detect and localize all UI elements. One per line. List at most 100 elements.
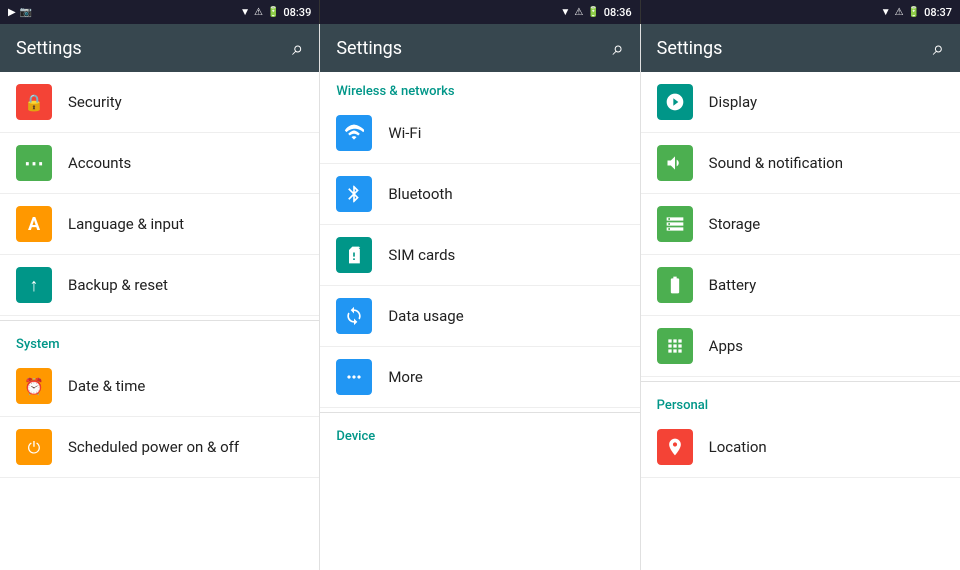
status-bar-1-right: ▼ ⚠ 🔋 08:39 [240,6,311,19]
storage-label: Storage [709,215,761,233]
settings-list-1: Security Accounts Language & input [0,72,319,570]
wifi-label: Wi-Fi [388,124,421,142]
app-bar-title-3: Settings [657,38,933,59]
datetime-label: Date & time [68,377,145,395]
battery-svg-icon [665,275,685,295]
battery-label: Battery [709,276,757,294]
power-icon-box [16,429,52,465]
apps-label: Apps [709,337,743,355]
status-bars: ▶ 📷 ▼ ⚠ 🔋 08:39 ▼ ⚠ 🔋 08:36 ▼ ⚠ 🔋 08:37 [0,0,960,24]
sim-label: SIM cards [388,246,455,264]
bluetooth-svg-icon [344,184,364,204]
settings-item-apps[interactable]: Apps [641,316,960,377]
bluetooth-icon-box [336,176,372,212]
wifi-icon-1: ▼ [240,7,250,18]
battery-icon-box [657,267,693,303]
security-icon-box [16,84,52,120]
settings-item-datetime[interactable]: Date & time [0,356,319,417]
display-icon-box [657,84,693,120]
settings-item-language[interactable]: Language & input [0,194,319,255]
location-label: Location [709,438,767,456]
power-icon [28,437,41,458]
status-bar-1: ▶ 📷 ▼ ⚠ 🔋 08:39 [0,0,320,24]
app-bar-title-1: Settings [16,38,292,59]
app-bar-3: Settings ⌕ [641,24,960,72]
security-icon [24,92,44,113]
divider-personal [641,381,960,382]
security-label: Security [68,93,122,111]
camera-icon: 📷 [20,7,32,18]
datetime-icon-box [16,368,52,404]
status-bar-3: ▼ ⚠ 🔋 08:37 [641,0,960,24]
signal-icon-1: ⚠ [254,7,263,18]
panel-1: Settings ⌕ Security Accounts [0,24,320,570]
settings-item-backup[interactable]: Backup & reset [0,255,319,316]
settings-item-data[interactable]: Data usage [320,286,639,347]
settings-item-battery[interactable]: Battery [641,255,960,316]
sound-svg-icon [665,153,685,173]
settings-item-display[interactable]: Display [641,72,960,133]
sim-icon-box [336,237,372,273]
apps-svg-icon [665,336,685,356]
location-icon-box [657,429,693,465]
more-icon-box [336,359,372,395]
search-icon-3[interactable]: ⌕ [933,36,944,60]
storage-icon-box [657,206,693,242]
data-svg-icon [344,306,364,326]
settings-item-power[interactable]: Scheduled power on & off [0,417,319,478]
status-bar-2-right: ▼ ⚠ 🔋 08:36 [560,6,631,19]
settings-item-wifi[interactable]: Wi-Fi [320,103,639,164]
sound-icon-box [657,145,693,181]
device-section-header: Device [320,417,639,448]
app-bar-1: Settings ⌕ [0,24,319,72]
wifi-icon-2: ▼ [560,7,570,18]
accounts-label: Accounts [68,154,131,172]
language-icon [28,214,40,235]
battery-icon-1: 🔋 [267,7,279,18]
more-svg-icon [344,367,364,387]
status-bar-2: ▼ ⚠ 🔋 08:36 [320,0,640,24]
sim-svg-icon [344,245,364,265]
wifi-icon-box [336,115,372,151]
data-label: Data usage [388,307,463,325]
more-label: More [388,368,423,386]
divider-system [0,320,319,321]
wireless-section-header: Wireless & networks [320,72,639,103]
system-section-header: System [0,325,319,356]
datetime-icon [24,376,44,397]
settings-item-bluetooth[interactable]: Bluetooth [320,164,639,225]
app-bar-2: Settings ⌕ [320,24,639,72]
settings-list-3: Display Sound & notification Storage [641,72,960,570]
storage-svg-icon [665,214,685,234]
display-label: Display [709,93,757,111]
settings-item-sim[interactable]: SIM cards [320,225,639,286]
wifi-icon-3: ▼ [881,7,891,18]
settings-item-location[interactable]: Location [641,417,960,478]
accounts-icon-box [16,145,52,181]
wifi-svg-icon [344,123,364,143]
power-label: Scheduled power on & off [68,438,239,456]
personal-section-header: Personal [641,386,960,417]
settings-item-sound[interactable]: Sound & notification [641,133,960,194]
search-icon-2[interactable]: ⌕ [612,36,623,60]
settings-item-accounts[interactable]: Accounts [0,133,319,194]
settings-item-security[interactable]: Security [0,72,319,133]
main-content: Settings ⌕ Security Accounts [0,24,960,570]
battery-icon-2: 🔋 [587,7,599,18]
time-2: 08:36 [604,6,632,19]
signal-icon-2: ⚠ [574,7,583,18]
display-svg-icon [665,92,685,112]
panel-3: Settings ⌕ Display Sound & [641,24,960,570]
data-icon-box [336,298,372,334]
language-icon-box [16,206,52,242]
location-svg-icon [665,437,685,457]
signal-icon-3: ⚠ [895,7,904,18]
sound-label: Sound & notification [709,154,843,172]
settings-item-storage[interactable]: Storage [641,194,960,255]
time-1: 08:39 [283,6,311,19]
settings-item-more[interactable]: More [320,347,639,408]
divider-device [320,412,639,413]
search-icon-1[interactable]: ⌕ [292,36,303,60]
backup-icon-box [16,267,52,303]
bluetooth-label: Bluetooth [388,185,452,203]
